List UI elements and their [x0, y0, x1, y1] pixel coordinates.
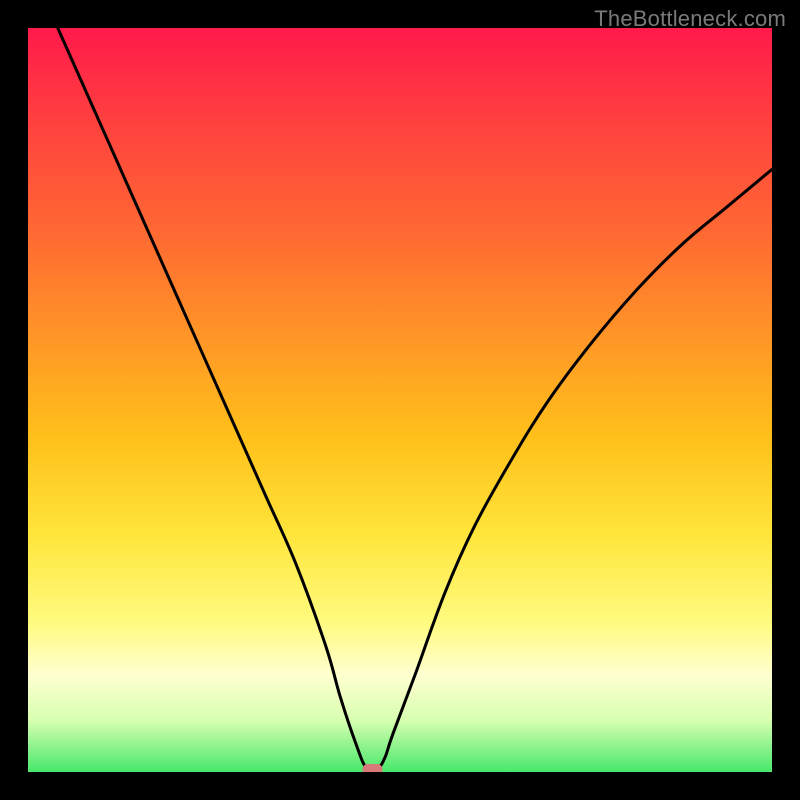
bottleneck-curve	[58, 28, 772, 771]
chart-frame: TheBottleneck.com	[0, 0, 800, 800]
minimum-marker	[362, 764, 382, 772]
curve-svg	[28, 28, 772, 772]
plot-area	[28, 28, 772, 772]
